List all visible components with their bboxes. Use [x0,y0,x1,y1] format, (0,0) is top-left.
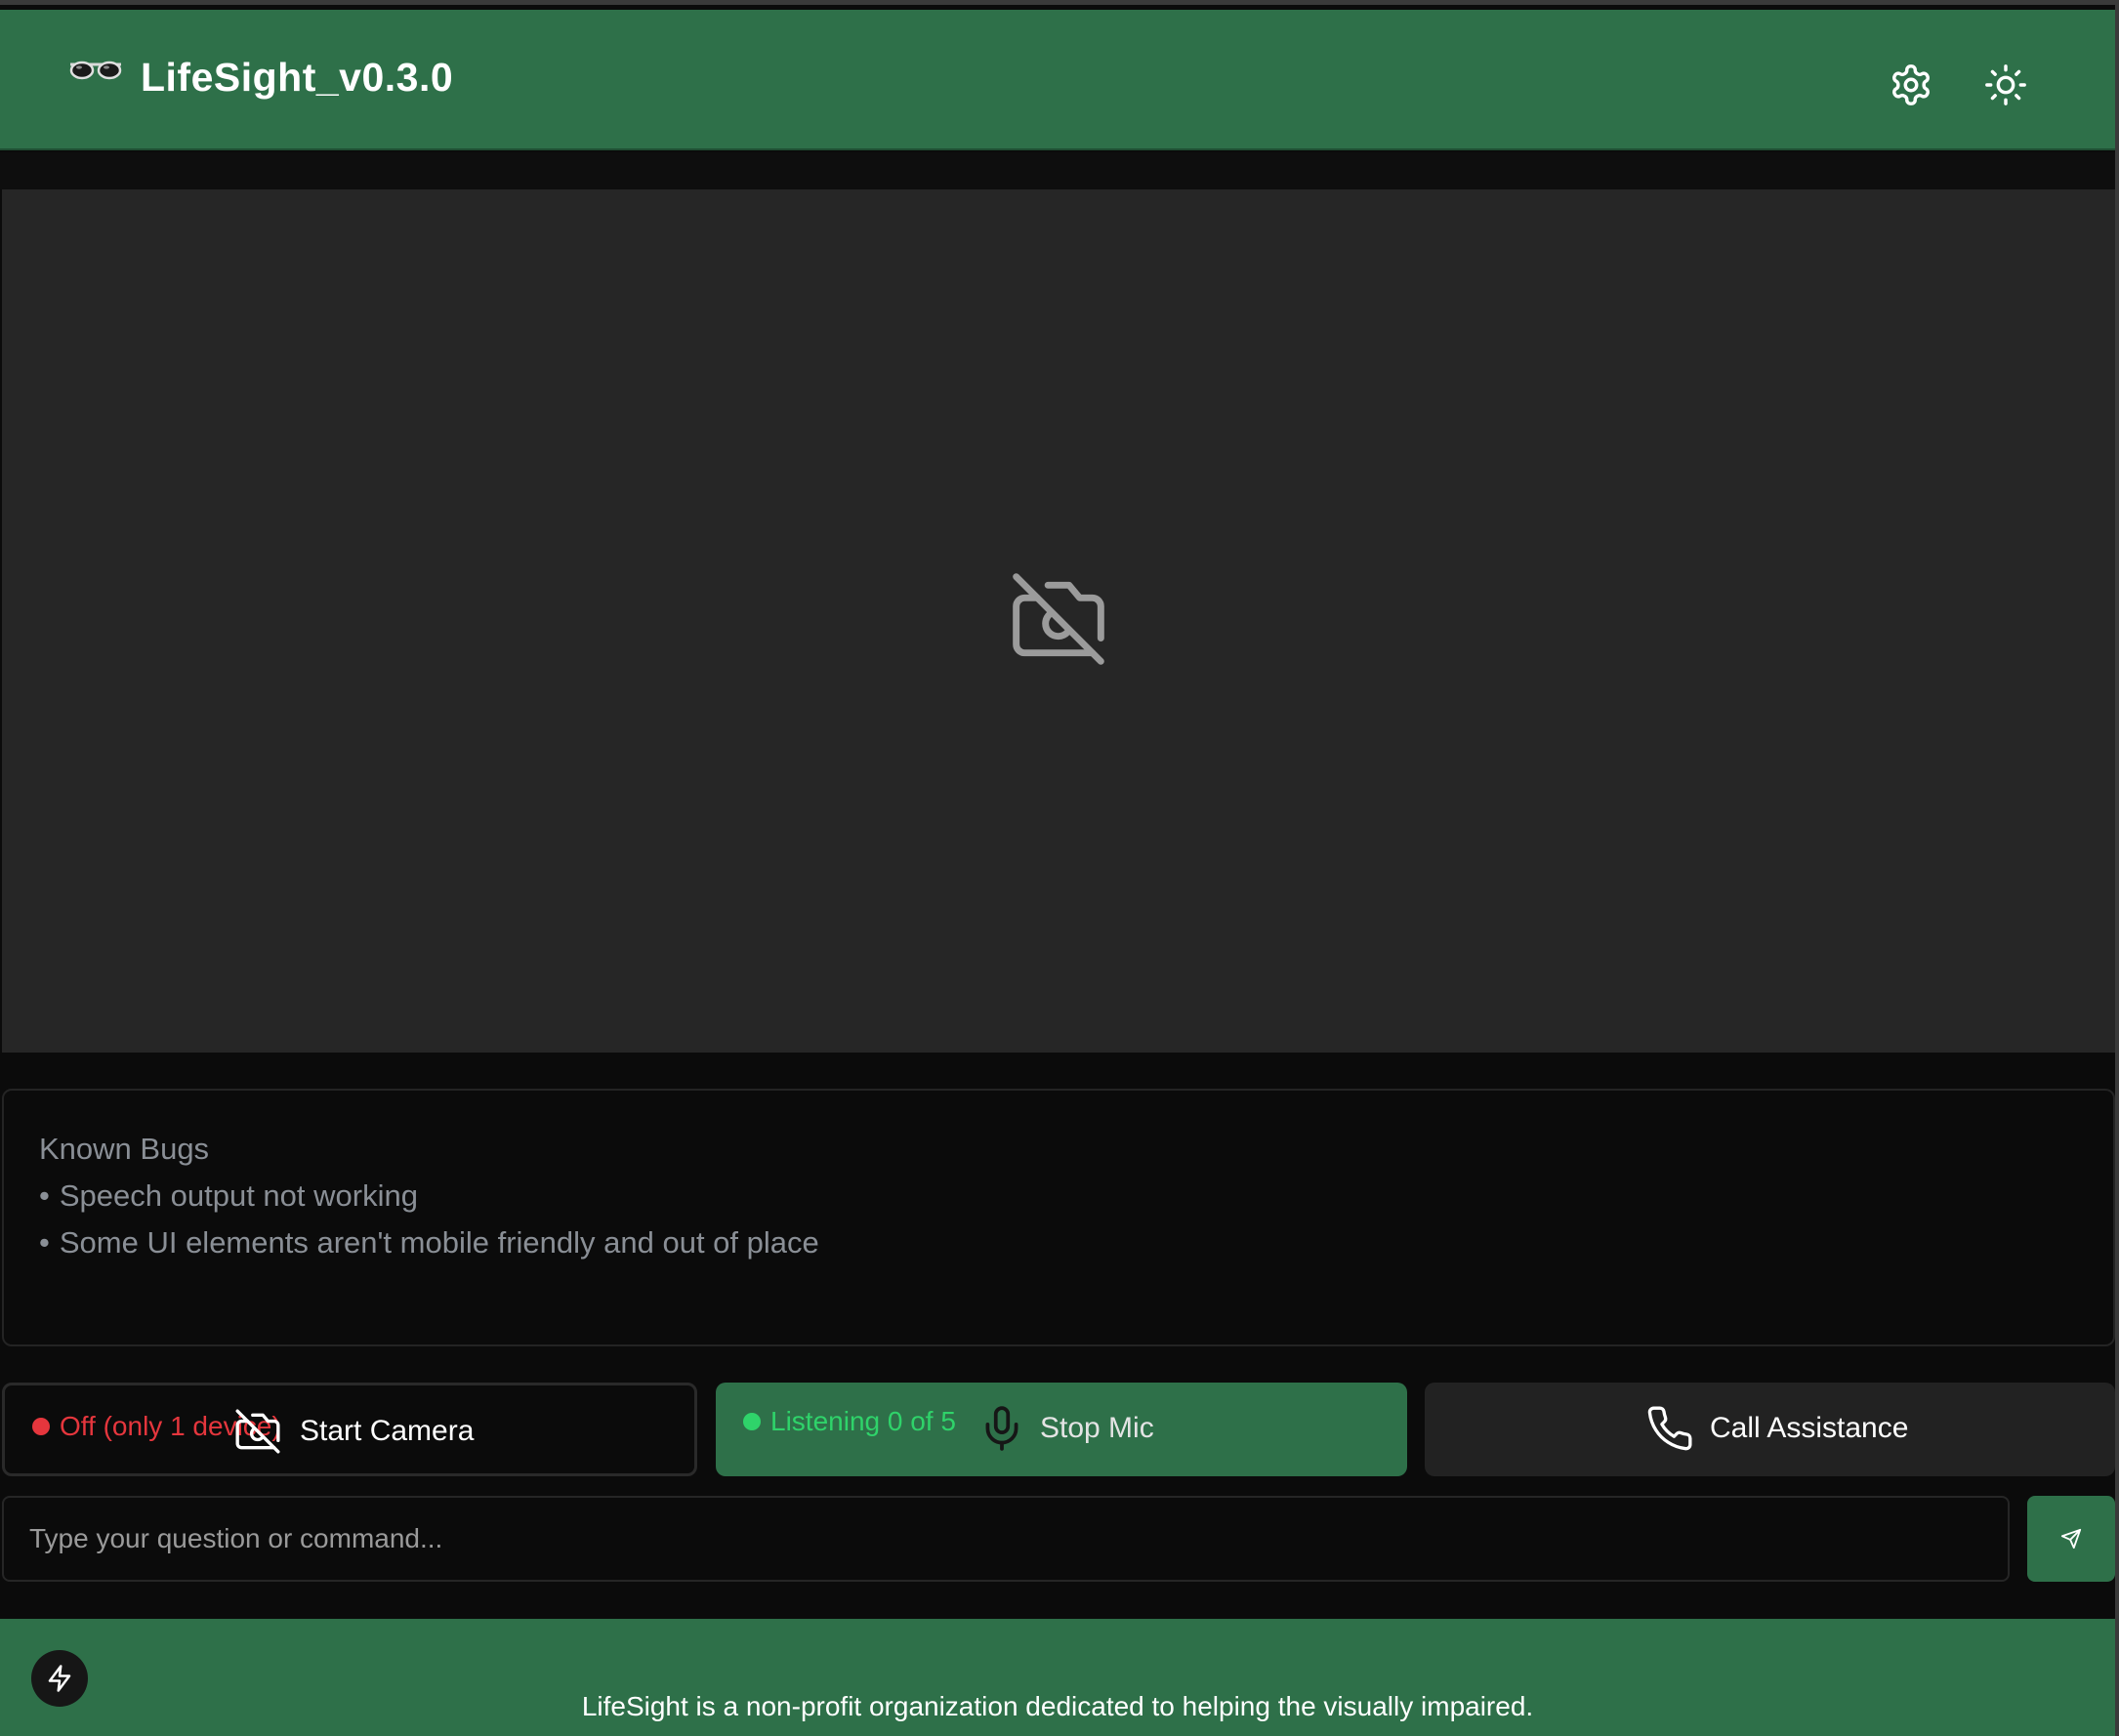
mic-status: Listening 0 of 5 [743,1406,956,1437]
window-edge [2115,5,2119,1736]
app-window: LifeSight_v0.3.0 Known Bugs • Speech outp… [0,0,2119,1736]
app-header: LifeSight_v0.3.0 [0,10,2115,150]
microphone-icon [985,1406,1018,1451]
stop-mic-label: Stop Mic [1040,1412,1154,1444]
call-assistance-button[interactable]: Call Assistance [1425,1383,2115,1476]
footer-text: LifeSight is a non-profit organization d… [581,1691,1534,1721]
start-camera-button[interactable]: Off (only 1 device) Start Camera [2,1383,697,1476]
status-dot [32,1418,50,1435]
list-item: • Some UI elements aren't mobile friendly… [39,1225,819,1260]
phone-icon [1647,1406,1692,1451]
glasses-icon [69,61,122,80]
known-bugs-heading: Known Bugs [39,1132,210,1166]
command-input[interactable] [4,1498,2008,1580]
list-item: • Speech output not working [39,1178,418,1213]
lightning-icon [48,1665,71,1692]
stop-mic-button[interactable]: Listening 0 of 5 Stop Mic [716,1383,1407,1476]
camera-off-icon [1013,573,1104,665]
bug-text: Some UI elements aren't mobile friendly … [59,1225,819,1260]
command-input-container [2,1496,2010,1582]
sun-icon [1985,64,2026,105]
camera-view [2,189,2115,1053]
gear-icon [1892,64,1930,105]
bug-text: Speech output not working [59,1178,418,1213]
camera-off-icon [235,1409,280,1454]
call-assistance-label: Call Assistance [1710,1412,1909,1444]
app-title: LifeSight_v0.3.0 [141,55,454,100]
start-camera-label: Start Camera [300,1415,475,1447]
status-dot [743,1413,761,1430]
app-footer: LifeSight is a non-profit organization d… [0,1619,2115,1736]
mic-status-text: Listening 0 of 5 [770,1406,956,1436]
send-button[interactable] [2027,1496,2115,1582]
settings-button[interactable] [1887,61,1935,109]
theme-toggle-button[interactable] [1981,61,2030,109]
known-bugs-panel: Known Bugs • Speech output not working • S… [2,1089,2115,1346]
header-divider [0,152,2115,189]
send-icon [2060,1528,2082,1550]
